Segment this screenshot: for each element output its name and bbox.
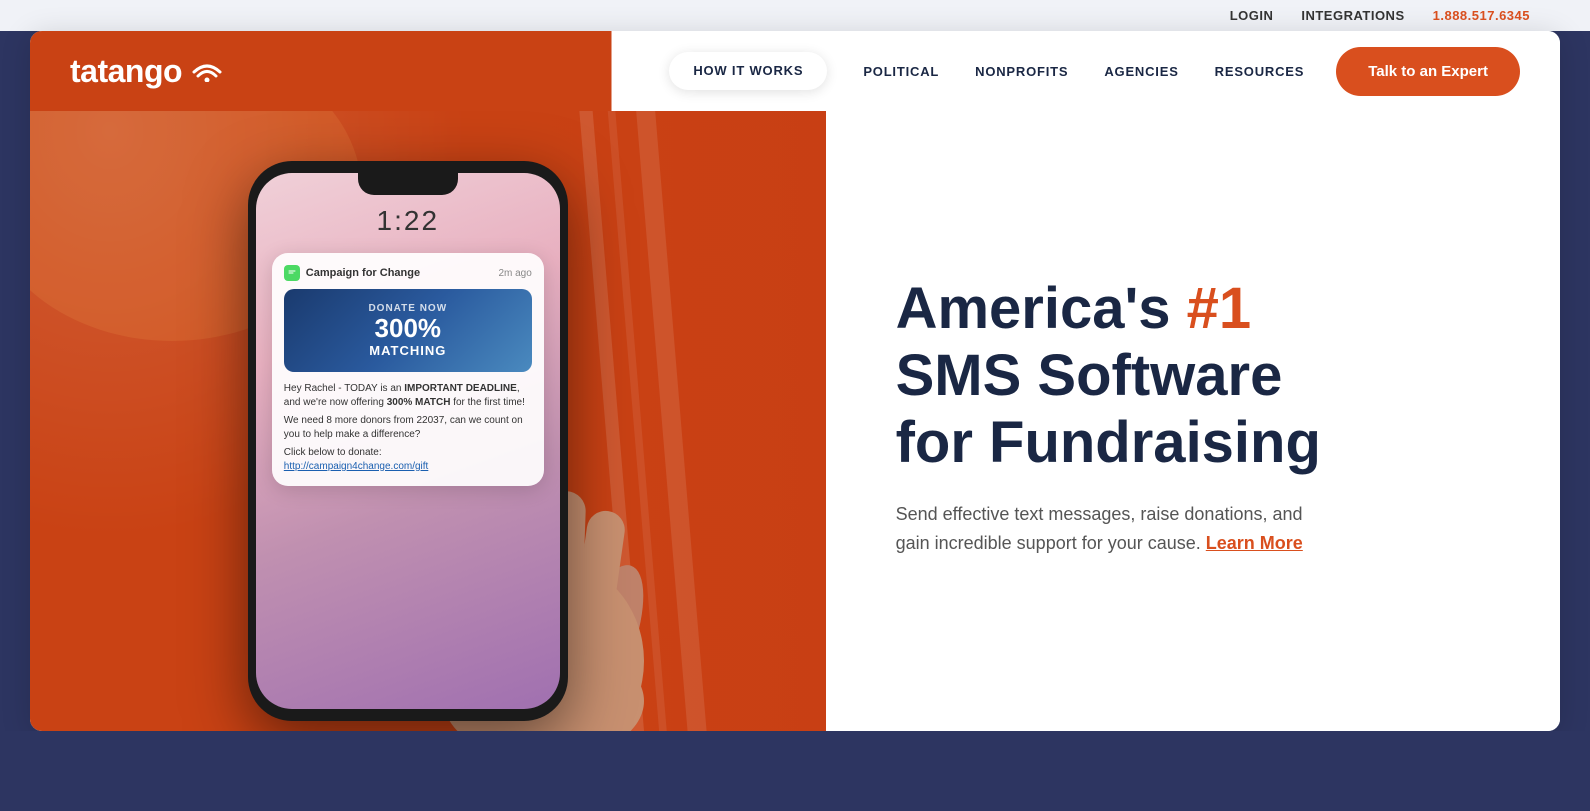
hero-content: America's #1SMS Softwarefor Fundraising … xyxy=(896,276,1321,566)
talk-to-expert-button[interactable]: Talk to an Expert xyxy=(1336,47,1520,96)
bottom-bar xyxy=(0,731,1590,811)
logo-text: tatango xyxy=(70,53,182,90)
notif-header: Campaign for Change 2m ago xyxy=(284,265,532,281)
notification-source: Campaign for Change xyxy=(306,267,493,279)
logo-wifi-icon xyxy=(190,52,224,82)
notification-body: Hey Rachel - TODAY is an IMPORTANT DEADL… xyxy=(284,382,532,474)
hero-left: 1:22 Campaign for Change 2m ago xyxy=(30,111,826,731)
phone-screen: 1:22 Campaign for Change 2m ago xyxy=(256,173,560,709)
phone-container: 1:22 Campaign for Change 2m ago xyxy=(30,111,826,731)
phone-link[interactable]: 1.888.517.6345 xyxy=(1433,8,1530,23)
donation-link[interactable]: http://campaign4change.com/gift xyxy=(284,461,429,472)
notification-card: Campaign for Change 2m ago DONATE NOW 30… xyxy=(272,253,544,486)
top-bar: LOGIN INTEGRATIONS 1.888.517.6345 xyxy=(0,0,1590,31)
donation-banner: DONATE NOW 300% MATCHING xyxy=(284,289,532,372)
hero-right: America's #1SMS Softwarefor Fundraising … xyxy=(826,111,1560,731)
nav-nonprofits[interactable]: NONPROFITS xyxy=(975,64,1068,79)
nav-agencies[interactable]: AGENCIES xyxy=(1104,64,1178,79)
navigation: tatango HOW IT WORKS POLITICAL NONPROFIT… xyxy=(30,31,1560,111)
nav-links: HOW IT WORKS POLITICAL NONPROFITS AGENCI… xyxy=(669,52,1304,90)
learn-more-link[interactable]: Learn More xyxy=(1206,533,1303,553)
logo[interactable]: tatango xyxy=(70,53,224,90)
integrations-link[interactable]: INTEGRATIONS xyxy=(1301,8,1404,23)
donation-amount: 300% xyxy=(296,314,520,343)
matching-label: MATCHING xyxy=(296,343,520,358)
phone-notch xyxy=(358,173,458,195)
login-link[interactable]: LOGIN xyxy=(1230,8,1274,23)
hero-subtitle: Send effective text messages, raise dona… xyxy=(896,500,1321,558)
message-app-icon xyxy=(284,265,300,281)
nav-political[interactable]: POLITICAL xyxy=(863,64,939,79)
nav-how-it-works[interactable]: HOW IT WORKS xyxy=(693,63,803,78)
phone-mockup: 1:22 Campaign for Change 2m ago xyxy=(248,161,568,721)
hero-title: America's #1SMS Softwarefor Fundraising xyxy=(896,276,1321,476)
notification-time: 2m ago xyxy=(498,268,531,279)
phone-time: 1:22 xyxy=(256,205,560,237)
nav-bubble: HOW IT WORKS xyxy=(669,52,827,90)
hero-section: 1:22 Campaign for Change 2m ago xyxy=(30,111,1560,731)
main-card: tatango HOW IT WORKS POLITICAL NONPROFIT… xyxy=(30,31,1560,731)
nav-resources[interactable]: RESOURCES xyxy=(1215,64,1305,79)
